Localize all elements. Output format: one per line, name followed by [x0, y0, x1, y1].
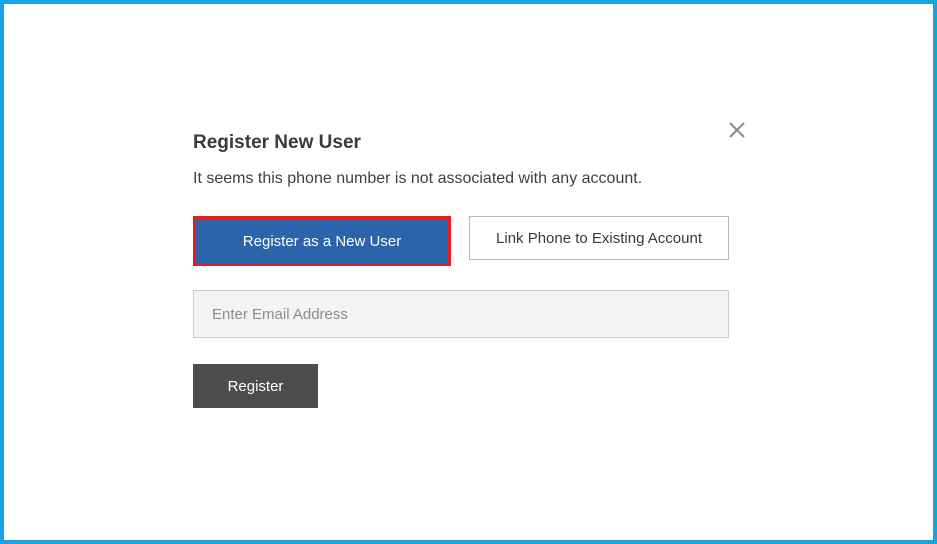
modal-title: Register New User: [193, 132, 729, 154]
button-label: Register: [228, 378, 284, 395]
tab-row: Register as a New User Link Phone to Exi…: [193, 216, 729, 266]
link-existing-account-tab[interactable]: Link Phone to Existing Account: [469, 216, 729, 260]
tab-label: Register as a New User: [243, 233, 401, 250]
email-input[interactable]: [193, 290, 729, 338]
register-button[interactable]: Register: [193, 364, 318, 408]
modal-subtitle: It seems this phone number is not associ…: [193, 170, 729, 188]
app-frame: Register New User It seems this phone nu…: [0, 0, 937, 544]
tab-highlight: Register as a New User: [193, 216, 451, 266]
tab-label: Link Phone to Existing Account: [496, 230, 702, 247]
register-modal: Register New User It seems this phone nu…: [193, 132, 729, 408]
close-icon: [728, 121, 746, 139]
register-new-user-tab[interactable]: Register as a New User: [196, 219, 448, 263]
close-button[interactable]: [725, 118, 749, 142]
